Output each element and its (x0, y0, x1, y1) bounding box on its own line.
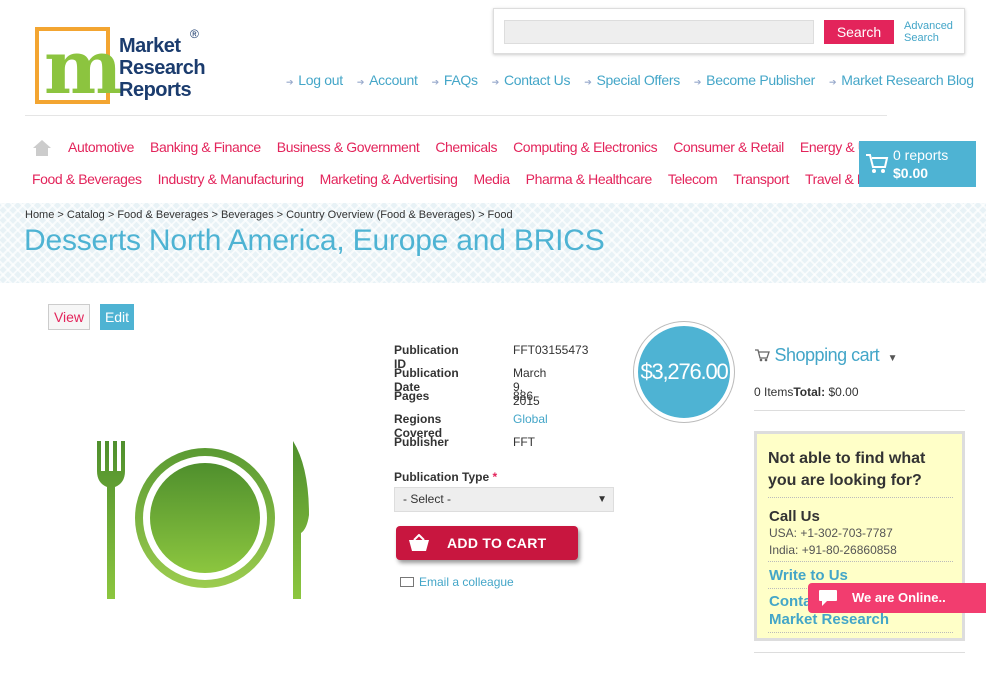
detail-label: Publisher (394, 435, 449, 449)
envelope-icon (400, 577, 414, 587)
divider (754, 652, 965, 653)
plate-fork-knife-icon (97, 441, 309, 599)
top-link[interactable]: Become Publisher (706, 72, 815, 88)
chevron-down-icon: ▼ (887, 353, 898, 364)
detail-value: FFT03155473 (513, 343, 589, 357)
bullet-arrow-icon: ➔ (286, 77, 294, 87)
price-badge: $3,276.00 (634, 322, 734, 422)
bullet-arrow-icon: ➔ (584, 77, 592, 87)
bullet-arrow-icon: ➔ (829, 77, 837, 87)
cart-total: $0.00 (893, 165, 929, 181)
shopping-cart-heading[interactable]: Shopping cart ▼ (754, 345, 898, 366)
chevron-down-icon: ▼ (597, 494, 607, 505)
help-title: Not able to find what you are looking fo… (768, 450, 926, 489)
advanced-search-link[interactable]: Advanced Search (904, 20, 953, 44)
bullet-arrow-icon: ➔ (431, 77, 440, 87)
add-to-cart-button[interactable]: ADD TO CART (396, 526, 578, 560)
category-link[interactable]: Banking & Finance (150, 139, 261, 155)
logo-text-line2: Research (119, 57, 206, 79)
category-link[interactable]: Business & Government (277, 139, 420, 155)
phone-india: India: +91-80-26860858 (769, 543, 897, 557)
logo-text-line3: Reports (119, 79, 192, 101)
divider (768, 497, 953, 498)
bullet-arrow-icon: ➔ (491, 77, 500, 87)
header-cart[interactable]: 0 reports $0.00 (859, 141, 976, 187)
top-link[interactable]: Account (369, 72, 418, 88)
detail-value[interactable]: Global (513, 412, 548, 426)
search-button[interactable]: Search (824, 20, 894, 44)
top-link[interactable]: Special Offers (596, 72, 680, 88)
publication-type-select[interactable]: - Select - ▼ (394, 487, 614, 512)
write-to-us-link[interactable]: Write to Us (769, 567, 848, 584)
top-links: ➔ Log out ➔ Account ➔ FAQs ➔ Contact Us ➔ Special… (286, 72, 986, 88)
sidebar-cart-summary: 0 ItemsTotal: $0.00 (754, 385, 859, 399)
top-link[interactable]: FAQs (444, 72, 478, 88)
live-chat-widget[interactable]: We are Online.. (808, 583, 986, 613)
basket-icon (409, 534, 429, 551)
category-link[interactable]: Computing & Electronics (513, 139, 657, 155)
contact-link[interactable]: Conta (769, 593, 812, 610)
tab-view[interactable]: View (48, 304, 90, 330)
registered-mark: ® (190, 27, 199, 41)
tab-edit[interactable]: Edit (100, 304, 134, 330)
category-link[interactable]: Transport (733, 171, 789, 187)
category-link[interactable]: Consumer & Retail (673, 139, 784, 155)
category-link[interactable]: Industry & Manufacturing (158, 171, 304, 187)
divider (768, 561, 953, 562)
category-link[interactable]: Pharma & Healthcare (526, 171, 653, 187)
logo-mark: m (35, 25, 122, 111)
price-value: $3,276.00 (640, 359, 728, 384)
divider (754, 410, 965, 411)
header-divider (25, 115, 887, 116)
cart-count: 0 reports (893, 147, 949, 163)
chat-icon (819, 590, 837, 606)
top-link[interactable]: Market Research Blog (841, 72, 974, 88)
home-icon[interactable] (33, 140, 51, 156)
category-link[interactable]: Automotive (68, 139, 134, 155)
market-research-link[interactable]: Market Research (769, 611, 889, 628)
email-colleague-link[interactable]: Email a colleague (400, 575, 514, 589)
top-link[interactable]: Log out (298, 72, 343, 88)
category-link[interactable]: Food & Beverages (32, 171, 142, 187)
search-input[interactable] (504, 20, 814, 44)
category-link[interactable]: Telecom (668, 171, 718, 187)
cart-icon (866, 154, 889, 173)
bullet-arrow-icon: ➔ (693, 77, 702, 87)
divider (768, 632, 953, 633)
phone-usa: USA: +1-302-703-7787 (769, 526, 893, 540)
category-link[interactable]: Media (473, 171, 510, 187)
bullet-arrow-icon: ➔ (356, 77, 365, 87)
site-logo[interactable]: m Market Research Reports ® (35, 25, 210, 111)
call-us-heading: Call Us (769, 508, 820, 525)
category-link[interactable]: Marketing & Advertising (320, 171, 458, 187)
top-link[interactable]: Contact Us (504, 72, 571, 88)
detail-label: Pages (394, 389, 430, 403)
search-panel: Search Advanced Search (493, 8, 965, 54)
breadcrumb[interactable]: Home > Catalog > Food & Beverages > Beve… (25, 209, 513, 221)
detail-value: 886 (513, 389, 534, 403)
page-title: Desserts North America, Europe and BRICS (24, 224, 605, 257)
publication-type-label: Publication Type * (394, 470, 498, 484)
category-link[interactable]: Chemicals (435, 139, 497, 155)
cart-icon (755, 349, 770, 362)
required-asterisk: * (492, 470, 498, 484)
detail-value: FFT (513, 435, 535, 449)
